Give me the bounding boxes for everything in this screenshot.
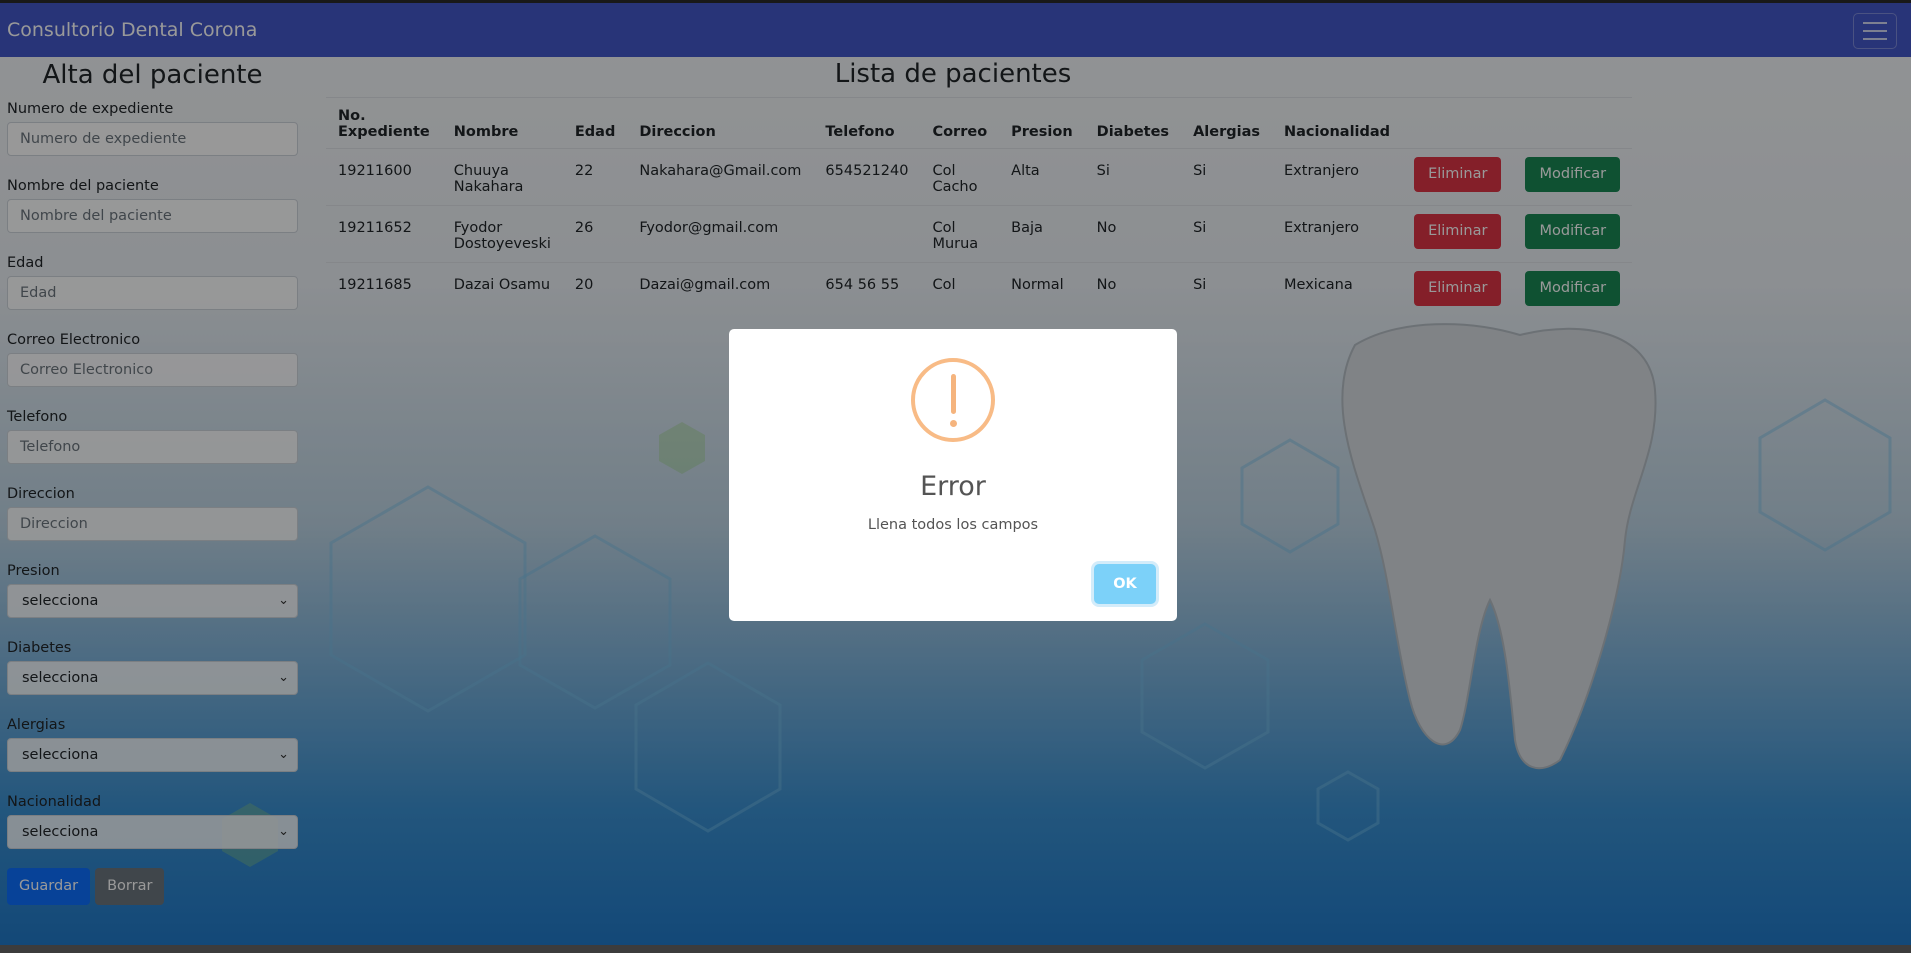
error-dialog: Error Llena todos los campos OK xyxy=(729,329,1177,621)
ok-button[interactable]: OK xyxy=(1094,564,1156,604)
bottom-scrollbar[interactable] xyxy=(0,945,1911,953)
dialog-title: Error xyxy=(920,471,986,502)
warning-icon xyxy=(911,358,995,442)
dialog-message: Llena todos los campos xyxy=(867,517,1039,533)
